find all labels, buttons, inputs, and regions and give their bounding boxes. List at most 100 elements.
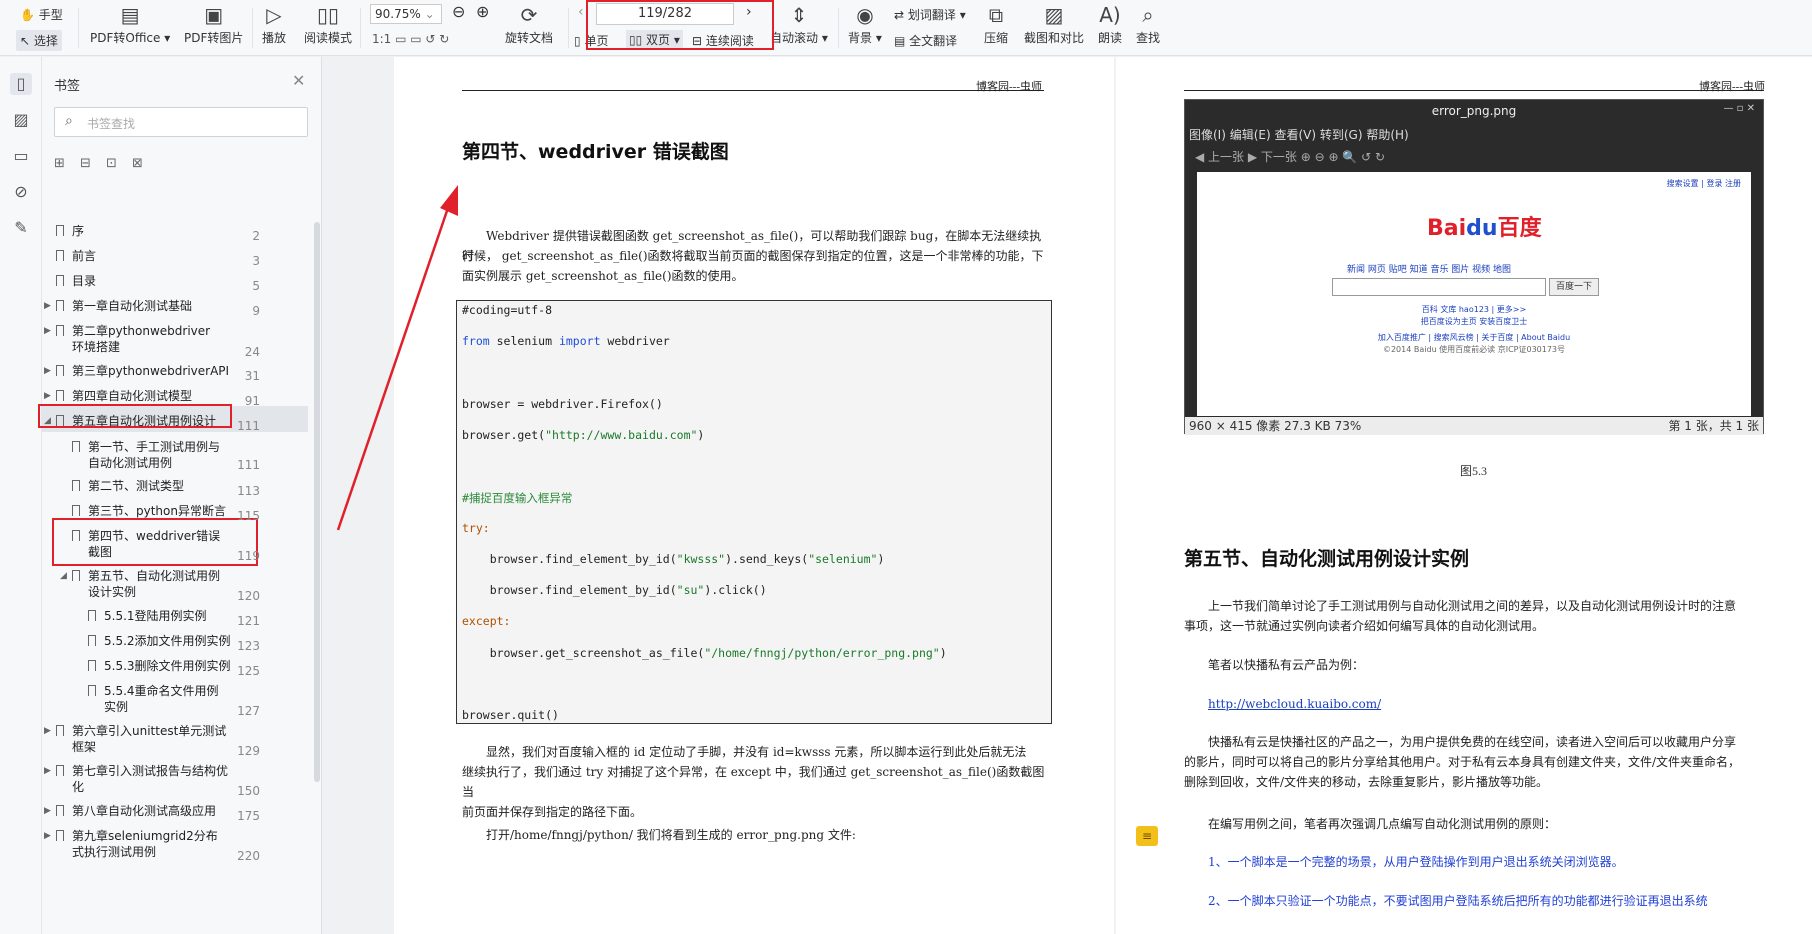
sidebar-item-label: 5.5.4重命名文件用例实例	[104, 684, 219, 714]
compress-label: 压缩	[984, 31, 1009, 45]
sidebar-item-label: 第一节、手工测试用例与自动化测试用例	[88, 440, 221, 470]
chevron-right-icon[interactable]: ▶	[44, 323, 51, 339]
cursor-icon: ↖	[20, 34, 31, 48]
window-title: error_png.png	[1431, 104, 1517, 118]
book-icon: ▯▯	[316, 3, 339, 27]
thumbnail-icon[interactable]: ▨	[10, 109, 32, 131]
baidu-nav: 新闻 网页 贴吧 知道 音乐 图片 视频 地图	[1347, 265, 1512, 275]
comment-note-icon[interactable]: ≡	[1136, 826, 1158, 846]
sidebar-item-page: 3	[252, 254, 260, 268]
bookmark-icon	[56, 765, 64, 776]
sidebar-scrollbar[interactable]	[314, 222, 320, 782]
background-button[interactable]: ◉ 背景 ▾	[848, 4, 882, 46]
chevron-right-icon[interactable]: ▶	[44, 723, 51, 739]
text-line: 快播私有云是快播社区的产品之一，为用户提供免费的在线空间，读者进入空间后可以收藏…	[1208, 735, 1737, 749]
header-rule	[462, 90, 1044, 91]
zoom-out-icon[interactable]: ⊖	[452, 2, 465, 21]
read-mode-button[interactable]: ▯▯ 阅读模式	[304, 4, 352, 46]
bookmark-search-input[interactable]: ⌕ 书签查找	[54, 107, 308, 137]
divider	[252, 8, 253, 48]
signature-icon[interactable]: ✎	[10, 217, 32, 239]
sidebar-item-page: 9	[252, 304, 260, 318]
code-token: import	[558, 334, 601, 348]
find-button[interactable]: ⌕ 查找	[1136, 4, 1160, 46]
code-token: )	[939, 646, 947, 660]
page-tools[interactable]: 1:1 ▭ ▭ ↺ ↻	[372, 32, 449, 46]
select-tool[interactable]: ↖ 选择	[16, 30, 62, 51]
chevron-down-icon[interactable]: ◢	[44, 413, 51, 429]
window-controls: — ▫ ✕	[1723, 103, 1755, 114]
eye-icon: ◉	[856, 3, 874, 27]
word-translate-button[interactable]: ⇄ 划词翻译 ▾	[894, 6, 966, 23]
code-token: "su"	[676, 583, 705, 597]
principle-item: 1、一个脚本是一个完整的场景，从用户登陆操作到用户退出系统关闭浏览器。	[1208, 855, 1624, 869]
chevron-down-icon[interactable]: ◢	[60, 568, 67, 584]
chevron-right-icon[interactable]: ▶	[44, 763, 51, 779]
bookmark-icon	[56, 725, 64, 736]
text-line: 时候， get_screenshot_as_file()函数将截取当前页面的截图…	[462, 249, 1044, 263]
read-aloud-button[interactable]: A) 朗读	[1098, 4, 1122, 46]
baidu-search-button: 百度一下	[1549, 278, 1599, 296]
chevron-right-icon[interactable]: ▶	[44, 803, 51, 819]
bookmark-icon[interactable]: ⊠	[132, 156, 158, 171]
figure-caption: 图5.3	[1460, 464, 1488, 478]
divider	[78, 8, 79, 48]
code-token: browser.get_screenshot_as_file(	[462, 646, 705, 660]
bookmark-icon	[56, 325, 64, 336]
chevron-right-icon[interactable]: ▶	[44, 363, 51, 379]
text-line: 的影片，同时可以将自己的影片分享给其他用户。对于私有云本身具有创建文件夹，文件/…	[1184, 755, 1741, 769]
pdf-to-image-label: PDF转图片	[184, 31, 244, 45]
sidebar-item-label: 第七章引入测试报告与结构优化	[72, 764, 229, 794]
play-icon: ▷	[266, 3, 282, 27]
code-line: browser = webdriver.Firefox()	[462, 397, 663, 411]
sidebar-item-page: 113	[237, 484, 260, 498]
auto-scroll-button[interactable]: ⇕ 自动滚动 ▾	[770, 4, 828, 46]
sidebar-item-page: 111	[237, 458, 260, 472]
screenshot-compare-button[interactable]: ▨ 截图和对比	[1024, 4, 1084, 46]
sidebar-item-label: 第六章引入unittest单元测试框架	[72, 724, 227, 754]
text-line: 在编写用例之间，笔者再次强调几点编写自动化测试用例的原则：	[1208, 817, 1557, 831]
zoom-select[interactable]: 90.75% ⌄	[370, 4, 442, 24]
attachment-icon[interactable]: ⊘	[10, 181, 32, 203]
bookmark-panel-icon[interactable]: ▯	[10, 73, 32, 95]
pdf-to-office-button[interactable]: ▤ PDF转Office ▾	[90, 4, 170, 46]
sidebar-item-page: 175	[237, 809, 260, 823]
bookmark-icon	[56, 805, 64, 816]
sidebar-title: 书签	[54, 79, 81, 94]
baidu-search-box	[1332, 278, 1546, 296]
sidebar-item-label: 目录	[72, 274, 97, 288]
compress-button[interactable]: ⧉ 压缩	[984, 4, 1008, 46]
sidebar-item-label: 第二节、测试类型	[88, 479, 185, 493]
chevron-right-icon[interactable]: ▶	[44, 388, 51, 404]
zoom-in-icon[interactable]: ⊕	[476, 2, 489, 21]
add-bookmark-icon[interactable]: ⊡	[106, 156, 132, 171]
baidu-logo: Baidu百度	[1427, 210, 1542, 242]
hand-icon: ✋	[20, 8, 35, 22]
comment-icon[interactable]: ▭	[10, 145, 32, 167]
chevron-right-icon[interactable]: ▶	[44, 298, 51, 314]
sidebar-item-label: 第四章自动化测试模型	[72, 389, 193, 403]
text-line: 前页面并保存到指定的路径下面。	[462, 805, 643, 819]
page-header: 博客园---虫师	[976, 81, 1042, 93]
full-translate-button[interactable]: ▤ 全文翻译	[894, 32, 957, 49]
code-line: browser.get_screenshot_as_file("/home/fn…	[462, 646, 947, 660]
chevron-right-icon[interactable]: ▶	[44, 828, 51, 844]
collapse-all-icon[interactable]: ⊟	[80, 156, 106, 171]
code-token: ).send_keys(	[725, 552, 809, 566]
hand-tool[interactable]: ✋ 手型	[20, 6, 63, 23]
pdf-to-image-button[interactable]: ▣ PDF转图片	[184, 4, 243, 46]
expand-all-icon[interactable]: ⊞	[54, 156, 80, 171]
webcloud-link[interactable]: http://webcloud.kuaibo.com/	[1208, 694, 1381, 714]
bookmark-icon	[56, 830, 64, 841]
close-icon[interactable]: ✕	[292, 71, 305, 90]
screenshot-compare-label: 截图和对比	[1024, 31, 1085, 45]
sidebar-item-page: 111	[237, 419, 260, 433]
sidebar-item-label: 第五章自动化测试用例设计	[72, 414, 217, 428]
rotate-button[interactable]: ⟳ 旋转文档	[505, 4, 553, 46]
code-comment: #捕捉百度输入框异常	[462, 491, 573, 505]
prev-page-icon[interactable]: ‹	[578, 4, 584, 20]
play-button[interactable]: ▷ 播放	[262, 4, 286, 46]
text-line: 上一节我们简单讨论了手工测试用例与自动化测试用之间的差异，以及自动化测试用例设计…	[1208, 599, 1737, 613]
search-placeholder: 书签查找	[87, 117, 136, 131]
code-line: browser.find_element_by_id("su").click()	[462, 583, 767, 597]
